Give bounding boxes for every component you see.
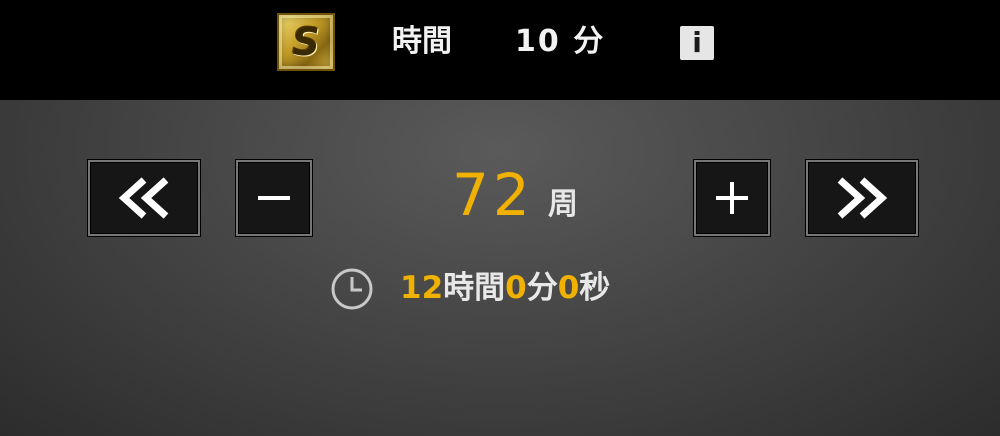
time-per-lap-value: 10 分 [515,24,606,59]
fast-decrement-button[interactable] [88,160,200,236]
clock-icon [331,268,373,310]
increment-button[interactable] [694,160,770,236]
double-chevron-left-icon [118,177,169,219]
rank-s-icon: S [277,13,335,71]
fast-increment-button[interactable] [806,160,918,236]
lap-count-unit: 周 [548,187,578,222]
duration-hours-unit: 時間 [443,270,506,306]
duration-minutes-unit: 分 [526,270,558,306]
duration-minutes: 0 [505,270,527,306]
decrement-button[interactable] [236,160,312,236]
duration-seconds-unit: 秒 [579,270,611,306]
duration-seconds: 0 [557,270,580,306]
minus-icon [258,196,290,200]
info-icon[interactable]: i [680,26,714,60]
plus-icon [716,182,748,214]
total-duration: 12時間0分0秒 [400,268,610,308]
lap-count-value: 72 [452,161,534,229]
double-chevron-right-icon [837,177,888,219]
badge-letter: S [292,20,320,64]
duration-hours: 12 [400,270,444,306]
header-bar: S 時間 10 分 i [0,0,1000,100]
time-label: 時間 [392,24,452,59]
